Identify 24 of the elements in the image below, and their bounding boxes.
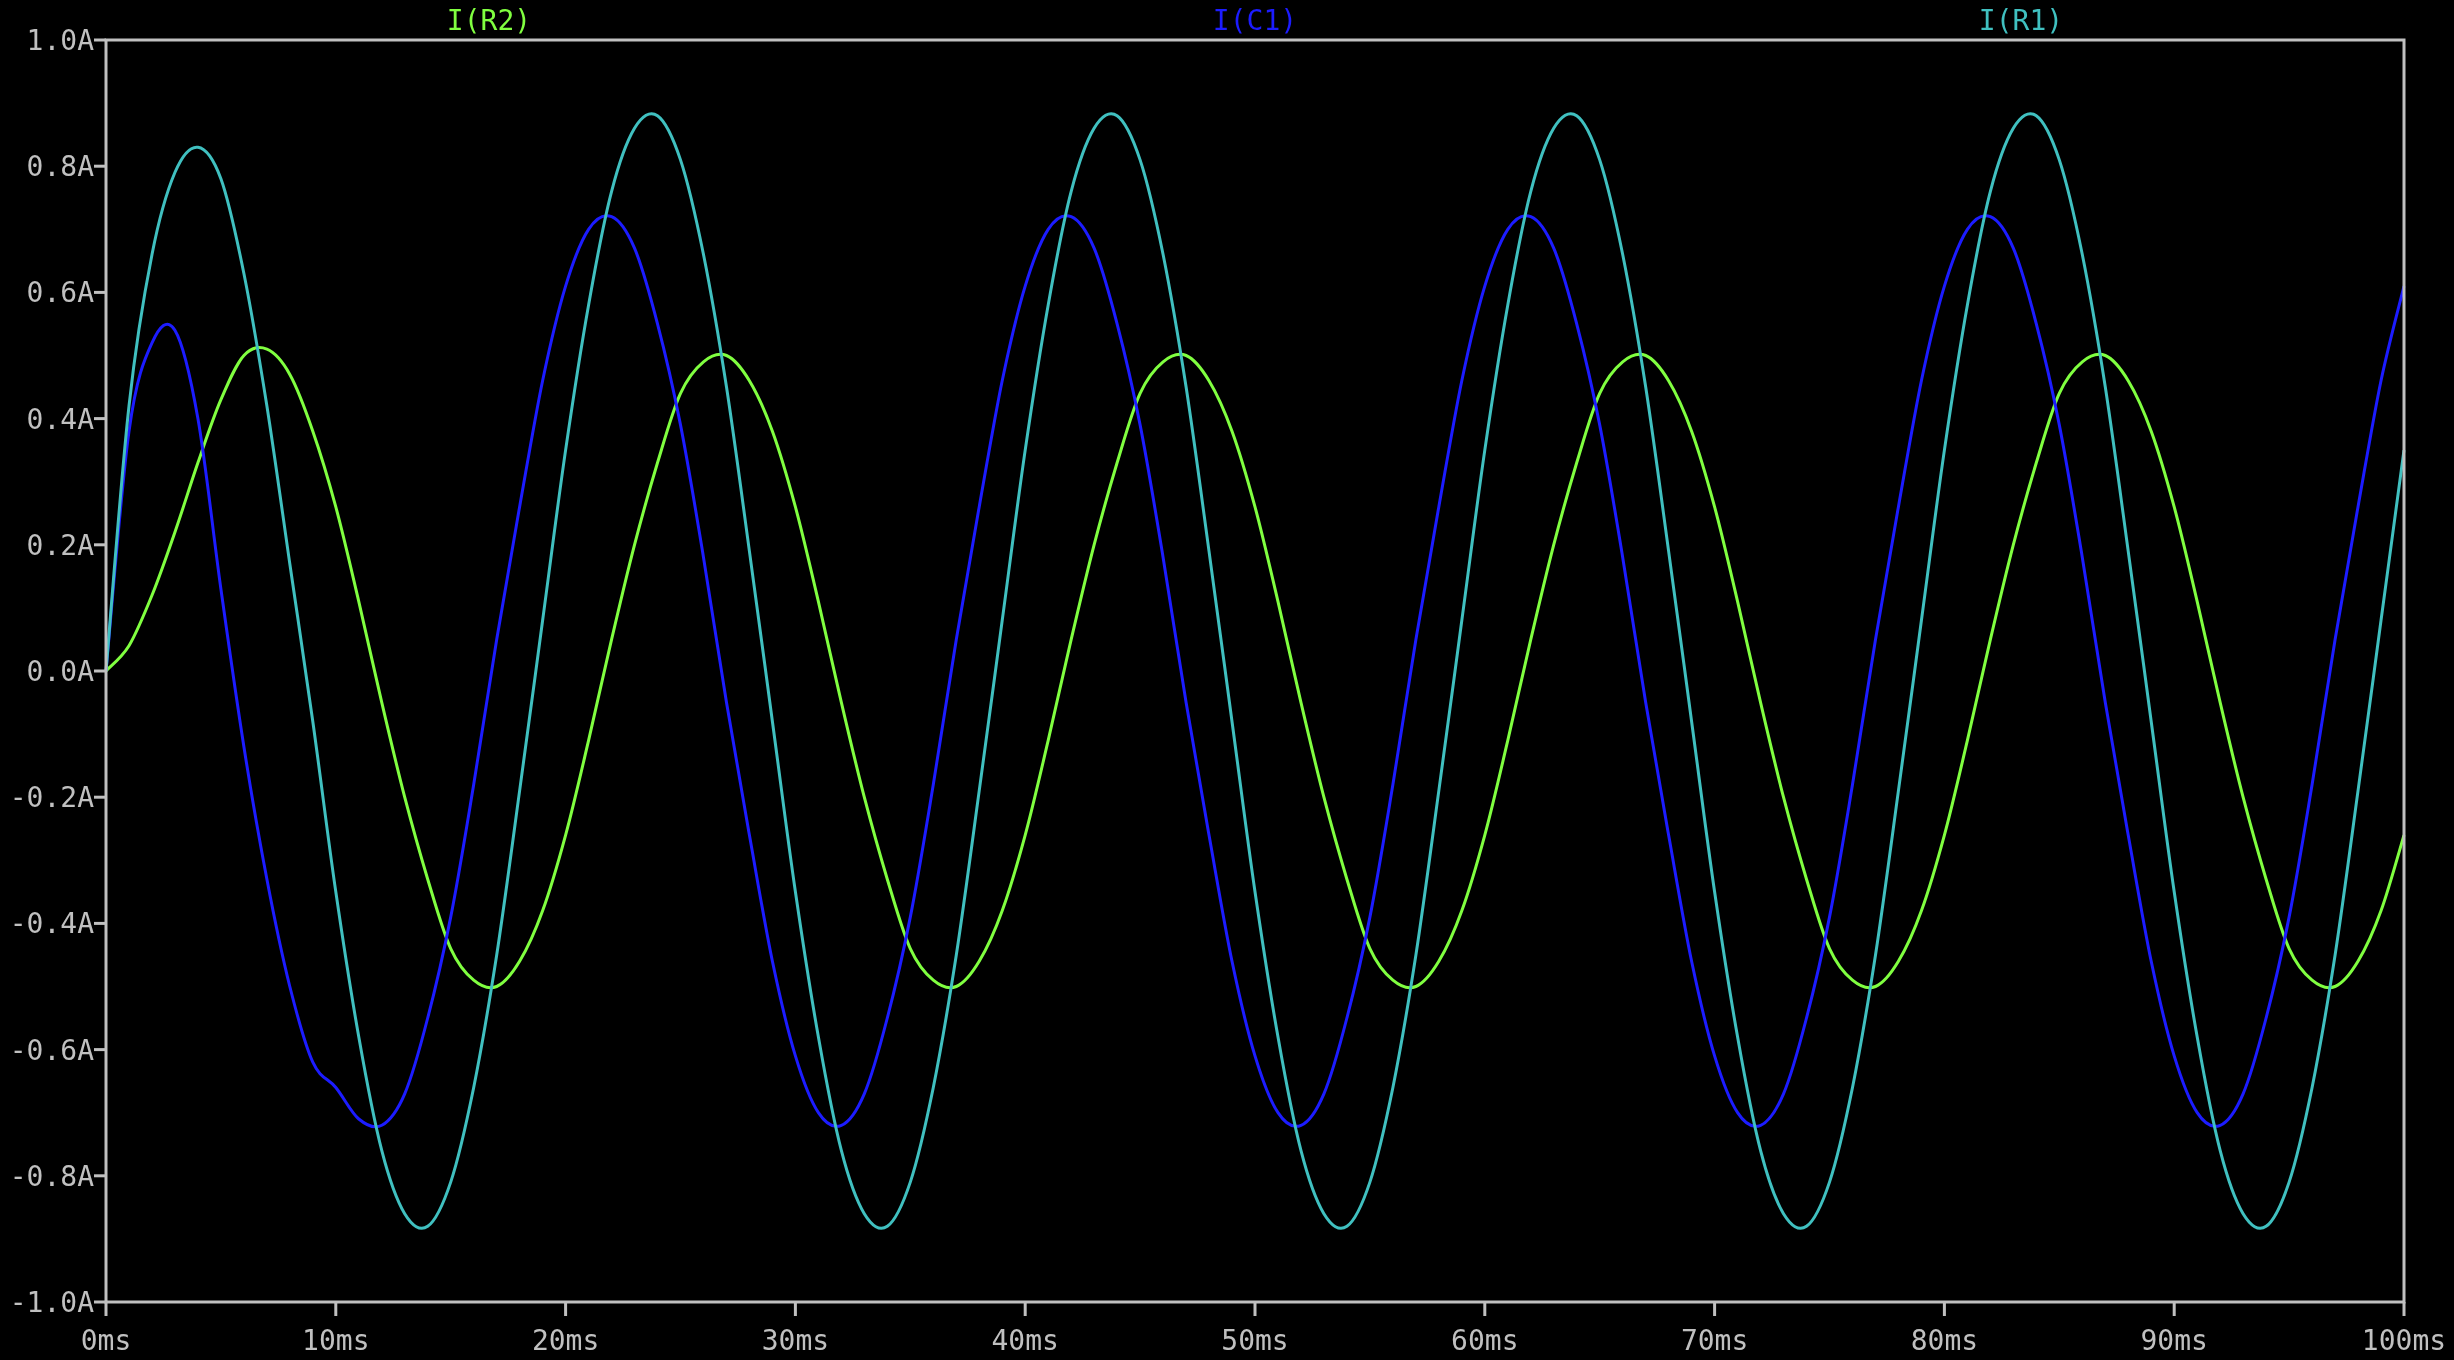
x-tick-label: 60ms — [1451, 1324, 1519, 1357]
y-tick-label: 0.6A — [26, 276, 94, 310]
y-tick-label: -0.8A — [9, 1159, 94, 1193]
x-tick-label: 10ms — [302, 1324, 370, 1357]
x-tick-label: 20ms — [531, 1324, 600, 1357]
y-tick-label: 0.2A — [26, 528, 94, 562]
x-tick-label: 50ms — [1221, 1324, 1289, 1357]
y-tick-label: 1.0A — [26, 24, 94, 57]
y-tick-label: -0.2A — [9, 781, 94, 815]
x-tick-label: 90ms — [2140, 1324, 2208, 1357]
y-tick-label: -0.6A — [9, 1033, 94, 1067]
x-tick-label: 0ms — [80, 1324, 132, 1357]
x-tick-label: 40ms — [991, 1324, 1059, 1357]
trace-label[interactable]: I(R1) — [1978, 4, 2064, 37]
trace-label[interactable]: I(R2) — [446, 4, 532, 37]
y-tick-label: 0.0A — [26, 655, 94, 688]
y-tick-label: -0.4A — [9, 907, 94, 941]
x-tick-label: 80ms — [1910, 1324, 1979, 1357]
y-tick-label: -1.0A — [9, 1286, 94, 1319]
y-tick-label: 0.4A — [26, 402, 94, 436]
x-tick-label: 70ms — [1680, 1324, 1749, 1357]
x-tick-label: 100ms — [2361, 1324, 2447, 1357]
y-tick-label: 0.8A — [26, 150, 94, 184]
x-tick-label: 30ms — [761, 1324, 830, 1357]
